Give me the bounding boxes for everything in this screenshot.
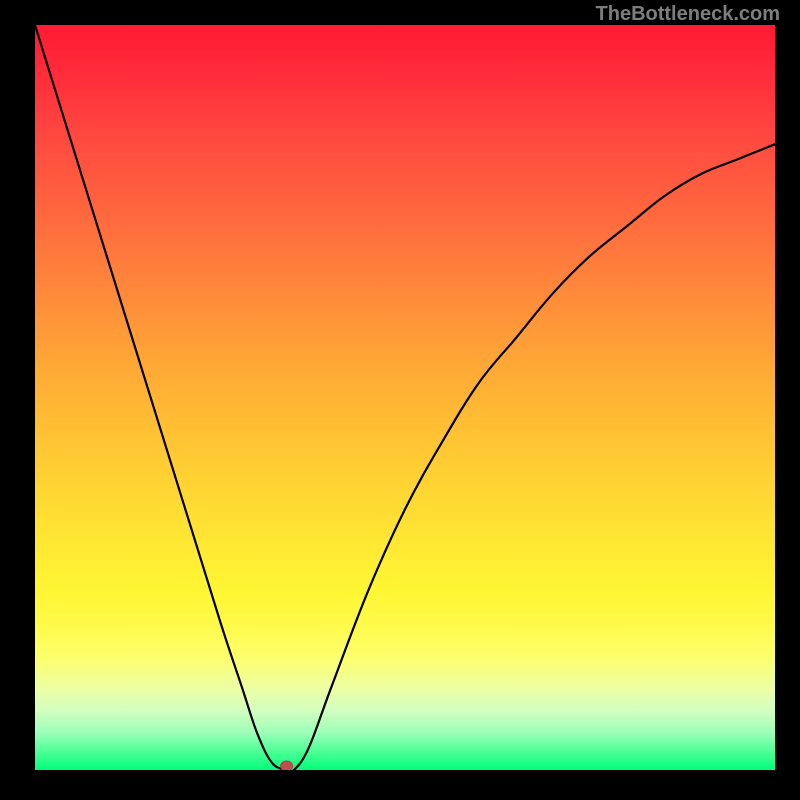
chart-frame: TheBottleneck.com — [0, 0, 800, 800]
watermark-text: TheBottleneck.com — [596, 3, 780, 26]
bottleneck-curve — [35, 25, 775, 770]
plot-area — [35, 25, 775, 770]
